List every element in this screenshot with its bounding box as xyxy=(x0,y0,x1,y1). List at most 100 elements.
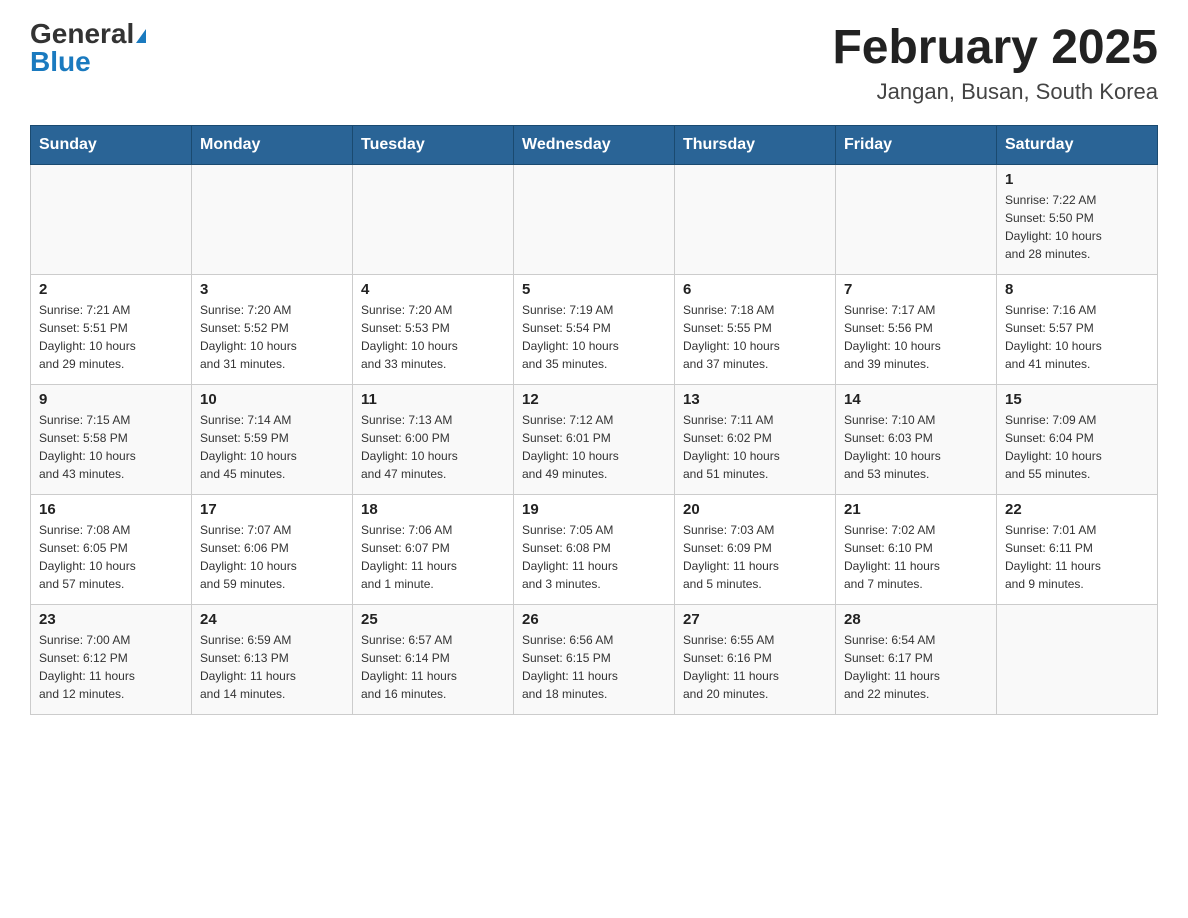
day-info: Sunrise: 6:56 AM Sunset: 6:15 PM Dayligh… xyxy=(522,631,666,703)
calendar-cell: 9 Sunrise: 7:15 AM Sunset: 5:58 PM Daylig… xyxy=(31,385,192,495)
day-number: 17 xyxy=(200,501,344,518)
calendar-cell: 25 Sunrise: 6:57 AM Sunset: 6:14 PM Dayli… xyxy=(353,605,514,715)
weekday-header-saturday: Saturday xyxy=(997,126,1158,165)
calendar-cell: 16 Sunrise: 7:08 AM Sunset: 6:05 PM Dayli… xyxy=(31,495,192,605)
day-info: Sunrise: 7:01 AM Sunset: 6:11 PM Dayligh… xyxy=(1005,521,1149,593)
calendar-cell: 8 Sunrise: 7:16 AM Sunset: 5:57 PM Daylig… xyxy=(997,275,1158,385)
calendar-cell: 4Sunrise: 7:20 AM Sunset: 5:53 PM Daylig… xyxy=(353,275,514,385)
day-number: 2 xyxy=(39,281,183,298)
calendar-week-4: 16 Sunrise: 7:08 AM Sunset: 6:05 PM Dayli… xyxy=(31,495,1158,605)
calendar-cell: 2 Sunrise: 7:21 AM Sunset: 5:51 PM Daylig… xyxy=(31,275,192,385)
page-header: General Blue February 2025 Jangan, Busan… xyxy=(30,20,1158,105)
calendar-cell: 20 Sunrise: 7:03 AM Sunset: 6:09 PM Dayli… xyxy=(675,495,836,605)
day-number: 11 xyxy=(361,391,505,408)
calendar-cell: 17 Sunrise: 7:07 AM Sunset: 6:06 PM Dayli… xyxy=(192,495,353,605)
logo-blue-row: Blue xyxy=(30,48,91,76)
day-number: 24 xyxy=(200,611,344,628)
day-number: 18 xyxy=(361,501,505,518)
weekday-header-tuesday: Tuesday xyxy=(353,126,514,165)
day-info: Sunrise: 7:05 AM Sunset: 6:08 PM Dayligh… xyxy=(522,521,666,593)
day-info: Sunrise: 7:15 AM Sunset: 5:58 PM Dayligh… xyxy=(39,411,183,483)
day-number: 14 xyxy=(844,391,988,408)
logo-triangle-icon xyxy=(136,29,146,43)
day-info: Sunrise: 7:16 AM Sunset: 5:57 PM Dayligh… xyxy=(1005,301,1149,373)
calendar-cell xyxy=(997,605,1158,715)
day-info: Sunrise: 7:11 AM Sunset: 6:02 PM Dayligh… xyxy=(683,411,827,483)
day-info: Sunrise: 7:21 AM Sunset: 5:51 PM Dayligh… xyxy=(39,301,183,373)
day-info: Sunrise: 7:06 AM Sunset: 6:07 PM Dayligh… xyxy=(361,521,505,593)
calendar-cell xyxy=(836,165,997,275)
calendar-subtitle: Jangan, Busan, South Korea xyxy=(832,79,1158,105)
calendar-cell: 21 Sunrise: 7:02 AM Sunset: 6:10 PM Dayli… xyxy=(836,495,997,605)
day-number: 1 xyxy=(1005,171,1149,188)
weekday-header-monday: Monday xyxy=(192,126,353,165)
day-number: 22 xyxy=(1005,501,1149,518)
calendar-cell xyxy=(192,165,353,275)
day-info: Sunrise: 7:00 AM Sunset: 6:12 PM Dayligh… xyxy=(39,631,183,703)
day-info: Sunrise: 7:07 AM Sunset: 6:06 PM Dayligh… xyxy=(200,521,344,593)
day-number: 23 xyxy=(39,611,183,628)
day-number: 13 xyxy=(683,391,827,408)
day-number: 16 xyxy=(39,501,183,518)
weekday-header-sunday: Sunday xyxy=(31,126,192,165)
calendar-cell: 1 Sunrise: 7:22 AM Sunset: 5:50 PM Daylig… xyxy=(997,165,1158,275)
calendar-cell: 12Sunrise: 7:12 AM Sunset: 6:01 PM Dayli… xyxy=(514,385,675,495)
calendar-cell: 23 Sunrise: 7:00 AM Sunset: 6:12 PM Dayli… xyxy=(31,605,192,715)
calendar-cell: 24Sunrise: 6:59 AM Sunset: 6:13 PM Dayli… xyxy=(192,605,353,715)
day-info: Sunrise: 6:55 AM Sunset: 6:16 PM Dayligh… xyxy=(683,631,827,703)
day-info: Sunrise: 7:20 AM Sunset: 5:52 PM Dayligh… xyxy=(200,301,344,373)
calendar-cell xyxy=(514,165,675,275)
title-block: February 2025 Jangan, Busan, South Korea xyxy=(832,20,1158,105)
day-number: 8 xyxy=(1005,281,1149,298)
day-info: Sunrise: 7:20 AM Sunset: 5:53 PM Dayligh… xyxy=(361,301,505,373)
calendar-cell: 18 Sunrise: 7:06 AM Sunset: 6:07 PM Dayli… xyxy=(353,495,514,605)
day-number: 19 xyxy=(522,501,666,518)
calendar-cell: 14 Sunrise: 7:10 AM Sunset: 6:03 PM Dayli… xyxy=(836,385,997,495)
day-info: Sunrise: 7:02 AM Sunset: 6:10 PM Dayligh… xyxy=(844,521,988,593)
day-info: Sunrise: 7:13 AM Sunset: 6:00 PM Dayligh… xyxy=(361,411,505,483)
day-info: Sunrise: 7:14 AM Sunset: 5:59 PM Dayligh… xyxy=(200,411,344,483)
calendar-header: SundayMondayTuesdayWednesdayThursdayFrid… xyxy=(31,126,1158,165)
calendar-body: 1 Sunrise: 7:22 AM Sunset: 5:50 PM Daylig… xyxy=(31,165,1158,715)
calendar-cell: 19 Sunrise: 7:05 AM Sunset: 6:08 PM Dayli… xyxy=(514,495,675,605)
day-number: 5 xyxy=(522,281,666,298)
calendar-title: February 2025 xyxy=(832,20,1158,75)
logo-general-text: General xyxy=(30,18,134,49)
calendar-week-5: 23 Sunrise: 7:00 AM Sunset: 6:12 PM Dayli… xyxy=(31,605,1158,715)
calendar-cell: 5Sunrise: 7:19 AM Sunset: 5:54 PM Daylig… xyxy=(514,275,675,385)
day-number: 20 xyxy=(683,501,827,518)
weekday-header-thursday: Thursday xyxy=(675,126,836,165)
calendar-week-2: 2 Sunrise: 7:21 AM Sunset: 5:51 PM Daylig… xyxy=(31,275,1158,385)
day-number: 28 xyxy=(844,611,988,628)
day-info: Sunrise: 7:12 AM Sunset: 6:01 PM Dayligh… xyxy=(522,411,666,483)
day-info: Sunrise: 7:17 AM Sunset: 5:56 PM Dayligh… xyxy=(844,301,988,373)
day-info: Sunrise: 6:57 AM Sunset: 6:14 PM Dayligh… xyxy=(361,631,505,703)
calendar-cell: 28 Sunrise: 6:54 AM Sunset: 6:17 PM Dayli… xyxy=(836,605,997,715)
day-number: 9 xyxy=(39,391,183,408)
day-info: Sunrise: 7:22 AM Sunset: 5:50 PM Dayligh… xyxy=(1005,191,1149,263)
calendar-cell: 7Sunrise: 7:17 AM Sunset: 5:56 PM Daylig… xyxy=(836,275,997,385)
weekday-header-friday: Friday xyxy=(836,126,997,165)
day-info: Sunrise: 7:10 AM Sunset: 6:03 PM Dayligh… xyxy=(844,411,988,483)
day-number: 3 xyxy=(200,281,344,298)
calendar-cell xyxy=(675,165,836,275)
day-number: 21 xyxy=(844,501,988,518)
day-number: 6 xyxy=(683,281,827,298)
calendar-cell: 3 Sunrise: 7:20 AM Sunset: 5:52 PM Daylig… xyxy=(192,275,353,385)
day-info: Sunrise: 7:08 AM Sunset: 6:05 PM Dayligh… xyxy=(39,521,183,593)
calendar-week-1: 1 Sunrise: 7:22 AM Sunset: 5:50 PM Daylig… xyxy=(31,165,1158,275)
weekday-header-wednesday: Wednesday xyxy=(514,126,675,165)
day-number: 27 xyxy=(683,611,827,628)
calendar-cell: 6Sunrise: 7:18 AM Sunset: 5:55 PM Daylig… xyxy=(675,275,836,385)
logo-blue-text: Blue xyxy=(30,46,91,77)
weekday-header-row: SundayMondayTuesdayWednesdayThursdayFrid… xyxy=(31,126,1158,165)
logo-general-row: General xyxy=(30,20,146,48)
day-number: 25 xyxy=(361,611,505,628)
logo: General Blue xyxy=(30,20,146,76)
day-info: Sunrise: 7:03 AM Sunset: 6:09 PM Dayligh… xyxy=(683,521,827,593)
day-info: Sunrise: 6:54 AM Sunset: 6:17 PM Dayligh… xyxy=(844,631,988,703)
day-number: 10 xyxy=(200,391,344,408)
calendar-cell: 26Sunrise: 6:56 AM Sunset: 6:15 PM Dayli… xyxy=(514,605,675,715)
day-number: 15 xyxy=(1005,391,1149,408)
calendar-cell: 27 Sunrise: 6:55 AM Sunset: 6:16 PM Dayli… xyxy=(675,605,836,715)
